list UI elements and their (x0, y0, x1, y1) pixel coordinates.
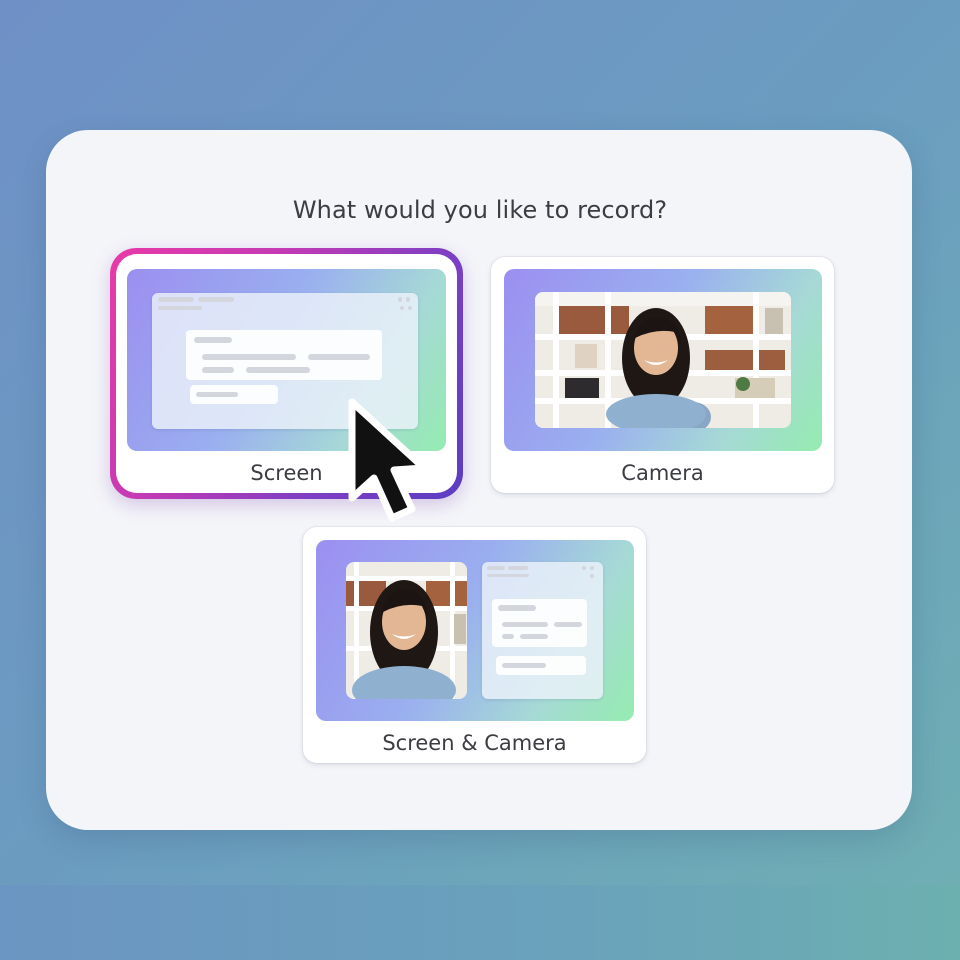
mouse-pointer-icon (348, 398, 428, 522)
background-band (0, 885, 960, 960)
person-photo-icon (535, 292, 791, 428)
camera-photo-small (346, 562, 467, 699)
dialog-title: What would you like to record? (292, 196, 668, 224)
screen-camera-preview-thumbnail (316, 540, 634, 721)
option-camera-label: Camera (621, 461, 704, 485)
camera-preview-thumbnail (504, 269, 822, 451)
person-photo-icon (346, 562, 467, 699)
option-screen-camera-label: Screen & Camera (382, 731, 567, 755)
browser-window-mock-small (482, 562, 603, 699)
camera-photo (535, 292, 791, 428)
